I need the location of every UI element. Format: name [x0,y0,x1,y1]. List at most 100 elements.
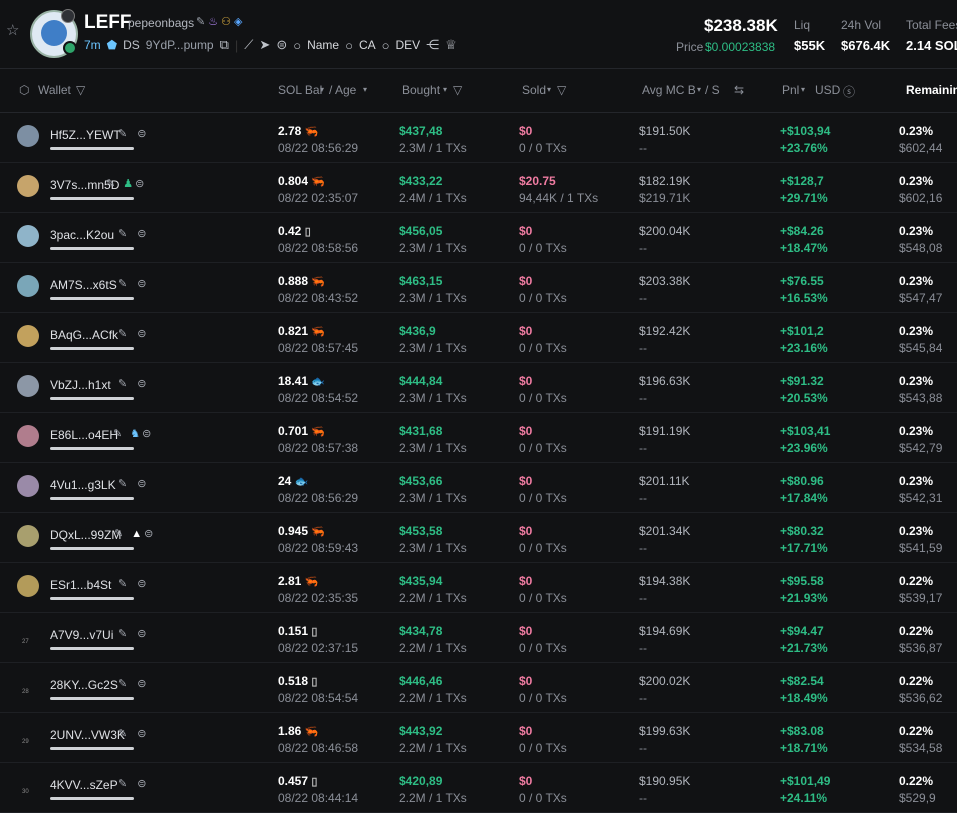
avatar[interactable] [17,375,39,397]
wallet-settings-icon[interactable]: ⬡ [19,83,29,97]
sold-filter-icon[interactable]: ▽ [557,83,566,97]
table-row[interactable]: 28 28KY...Gc2S ✎ ⊜ 0.518 ▯ 08/22 08:54:54 $446… [0,663,957,713]
pnl-sort-icon[interactable]: ▾ [801,85,805,94]
sold-sort-icon[interactable]: ▾ [547,85,551,94]
col-sold[interactable]: Sold [522,83,546,97]
col-sol-bal[interactable]: SOL Bal [278,83,322,97]
explorer-icon[interactable]: ⊜ [137,578,146,590]
wallet-address[interactable]: 4KVV...sZeP [50,778,118,792]
table-row[interactable]: 27 A7V9...v7Ui ✎ ⊜ 0.151 ▯ 08/22 02:37:15 $434… [0,613,957,663]
search-ca-icon[interactable]: ○ [345,38,353,53]
avatar[interactable] [17,175,39,197]
table-row[interactable]: Hf5Z...YEWT ✎ ⊜ 2.78 🦐 08/22 08:56:29 $437,48… [0,113,957,163]
table-row[interactable]: E86L...o4EH ✎ ♞ ⊜ 0.701 🦐 08/22 08:57:38 $431,… [0,413,957,463]
table-row[interactable]: DQxL...99ZM ✎ ▲ ⊜ 0.945 🦐 08/22 08:59:43 $453,… [0,513,957,563]
bought-sort-icon[interactable]: ▾ [443,85,447,94]
contract-address[interactable]: 9YdP...pump [146,38,214,52]
col-avg-mc[interactable]: Avg MC B [642,83,696,97]
explorer-icon[interactable]: ⊜ [137,628,146,640]
edit-icon[interactable]: ✎ [118,228,127,240]
table-row[interactable]: 3pac...K2ou ✎ ⊜ 0.42 ▯ 08/22 08:58:56 $456,05… [0,213,957,263]
edit-icon[interactable]: ✎ [118,678,127,690]
edit-icon[interactable]: ✎ [196,16,208,28]
wallet-address[interactable]: BAqG...ACfk [50,328,118,342]
wallet-address[interactable]: Hf5Z...YEWT [50,128,121,142]
wallet-address[interactable]: A7V9...v7Ui [50,628,113,642]
explorer-icon[interactable]: ⊜ [137,328,146,340]
wallet-address[interactable]: 4Vu1...g3LK [50,478,116,492]
col-bought[interactable]: Bought [402,83,440,97]
table-row[interactable]: 30 4KVV...sZeP ✎ ⊜ 0.457 ▯ 08/22 08:44:14 $420… [0,763,957,813]
share-icon[interactable]: ⋲ [426,37,439,53]
edit-icon[interactable]: ✎ [118,778,127,790]
currency-toggle-icon[interactable]: ⓢ [843,83,855,100]
explorer-icon[interactable]: ⊜ [144,528,153,540]
table-row[interactable]: VbZJ...h1xt ✎ ⊜ 18.41 🐟 08/22 08:54:52 $444,8… [0,363,957,413]
explorer-icon[interactable]: ⊜ [137,128,146,140]
avatar[interactable] [17,275,39,297]
search-ca-link[interactable]: CA [359,38,376,52]
table-row[interactable]: 29 2UNV...VW3K ✎ ⊜ 1.86 🦐 08/22 08:46:58 $443,… [0,713,957,763]
table-row[interactable]: ESr1...b4St ✎ ⊜ 2.81 🦐 08/22 02:35:35 $435,94… [0,563,957,613]
avgmc-sort-icon[interactable]: ▾ [697,85,701,94]
edit-icon[interactable]: ✎ [118,578,127,590]
avatar[interactable] [17,525,39,547]
avatar[interactable] [17,225,39,247]
col-wallet[interactable]: Wallet [38,83,71,97]
edit-icon[interactable]: ✎ [114,528,123,540]
col-age[interactable]: / Age [329,83,356,97]
table-row[interactable]: 4Vu1...g3LK ✎ ⊜ 24 🐟 08/22 08:56:29 $453,66 2.… [0,463,957,513]
sol-sort-icon[interactable]: ▾ [320,85,324,94]
edit-icon[interactable]: ✎ [106,178,115,190]
avatar[interactable] [17,125,39,147]
pump-icon[interactable]: ⟋ [244,37,253,53]
explorer-icon[interactable]: ⊜ [137,778,146,790]
website-icon[interactable]: ⊜ [276,37,287,53]
wallet-address[interactable]: DQxL...99ZM [50,528,121,542]
explorer-icon[interactable]: ⊜ [137,728,146,740]
avatar[interactable] [17,475,39,497]
wallet-address[interactable]: VbZJ...h1xt [50,378,111,392]
explorer-icon[interactable]: ⊜ [137,278,146,290]
avatar[interactable] [17,575,39,597]
crown-icon[interactable]: ♕ [445,37,457,53]
col-pnl[interactable]: Pnl [782,83,799,97]
edit-icon[interactable]: ✎ [113,428,122,440]
favorite-star-icon[interactable]: ☆ [6,23,20,38]
table-row[interactable]: BAqG...ACfk ✎ ⊜ 0.821 🦐 08/22 08:57:45 $436,9… [0,313,957,363]
avatar[interactable] [17,325,39,347]
col-usd[interactable]: USD [815,83,840,97]
edit-icon[interactable]: ✎ [118,278,127,290]
edit-icon[interactable]: ✎ [118,378,127,390]
edit-icon[interactable]: ✎ [118,628,127,640]
explorer-icon[interactable]: ⊜ [137,228,146,240]
edit-icon[interactable]: ✎ [118,128,127,140]
copy-icon[interactable]: ⧉ [220,37,229,53]
explorer-icon[interactable]: ⊜ [142,428,151,440]
age-sort-icon[interactable]: ▾ [363,85,367,94]
table-row[interactable]: 3V7s...mn5D ✎ ♟ ⊜ 0.804 🦐 08/22 02:35:07 $433,… [0,163,957,213]
explorer-icon[interactable]: ⊜ [137,378,146,390]
swap-icon[interactable]: ⇆ [734,83,744,97]
wallet-address[interactable]: ESr1...b4St [50,578,111,592]
explorer-icon[interactable]: ⊜ [137,678,146,690]
avatar[interactable] [17,425,39,447]
search-name-icon[interactable]: ○ [293,38,301,53]
wallet-address[interactable]: 28KY...Gc2S [50,678,118,692]
edit-icon[interactable]: ✎ [118,728,127,740]
wallet-address[interactable]: 3pac...K2ou [50,228,114,242]
col-remaining[interactable]: Remaining [906,83,957,97]
bought-filter-icon[interactable]: ▽ [453,83,462,97]
telegram-icon[interactable]: ➤ [259,37,270,53]
search-dev-icon[interactable]: ○ [382,38,390,53]
wallet-address[interactable]: AM7S...x6tS [50,278,117,292]
explorer-icon[interactable]: ⊜ [137,478,146,490]
search-dev-link[interactable]: DEV [395,38,420,52]
edit-icon[interactable]: ✎ [118,478,127,490]
wallet-address[interactable]: 2UNV...VW3K [50,728,125,742]
search-name-link[interactable]: Name [307,38,339,52]
wallet-address[interactable]: E86L...o4EH [50,428,118,442]
edit-icon[interactable]: ✎ [118,328,127,340]
col-avg-s[interactable]: / S [705,83,720,97]
wallet-filter-icon[interactable]: ▽ [76,83,85,97]
